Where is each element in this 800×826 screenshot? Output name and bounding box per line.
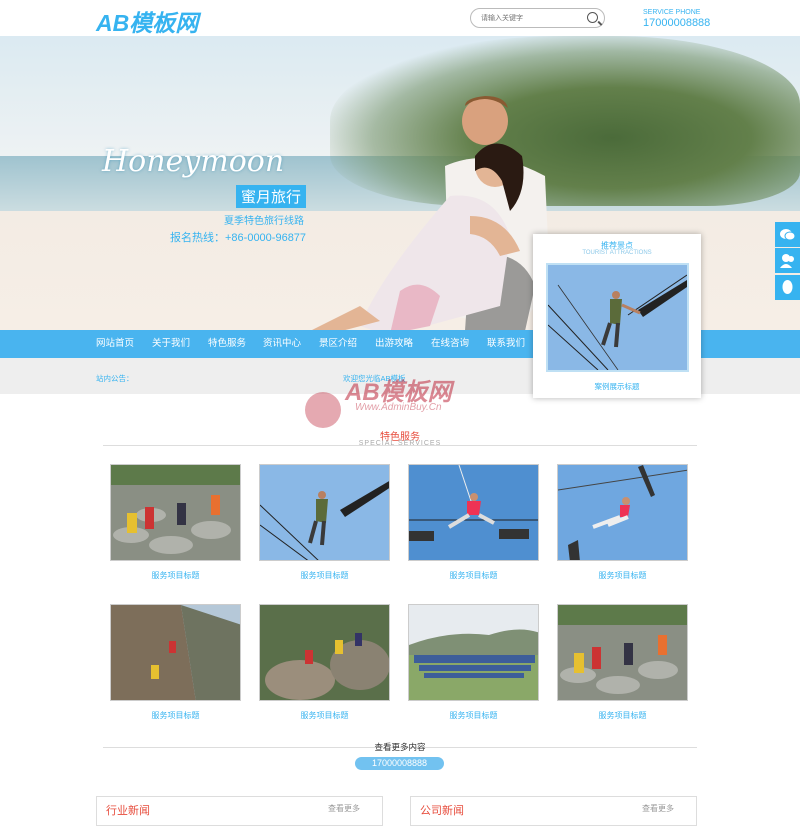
service-card[interactable]: 服务项目标题 [557,464,688,581]
nav-item-services[interactable]: 特色服务 [208,330,246,358]
service-phone-label: SERVICE PHONE [643,9,701,16]
service-image[interactable] [259,464,390,561]
service-card[interactable]: 服务项目标题 [408,604,539,721]
service-card[interactable]: 服务项目标题 [110,604,241,721]
service-image[interactable] [259,604,390,701]
service-image[interactable] [557,604,688,701]
service-image[interactable] [110,604,241,701]
banner-title: 蜜月旅行 [236,185,307,208]
banner-hotline: 报名热线：+86-0000-96877 [170,232,307,244]
service-phone-number: 17000008888 [643,17,711,29]
notice-label: 站内公告： [96,374,134,383]
service-caption[interactable]: 服务项目标题 [557,710,688,721]
service-card[interactable]: 服务项目标题 [557,604,688,721]
watermark-emblem [305,392,341,428]
nav-item-about[interactable]: 关于我们 [152,330,190,358]
banner-script-title: Honeymoon [102,144,285,179]
service-card[interactable]: 服务项目标题 [110,464,241,581]
service-caption[interactable]: 服务项目标题 [408,570,539,581]
section-subtitle: SPECIAL SERVICES [358,440,442,447]
service-card[interactable]: 服务项目标题 [259,464,390,581]
wechat-icon [780,229,796,241]
news-more-link[interactable]: 查看更多 [328,803,360,814]
popup-caption[interactable]: 案例展示标题 [533,381,701,392]
couple-image [312,96,550,330]
service-image[interactable] [408,464,539,561]
nav-item-consult[interactable]: 在线咨询 [431,330,469,358]
service-card[interactable]: 服务项目标题 [408,464,539,581]
popup-subtitle: TOURIST ATTRACTIONS [582,250,652,256]
news-title: 公司新闻 [420,805,464,817]
search-icon[interactable] [587,12,598,23]
site-logo[interactable]: AB模板网 [96,4,198,38]
search-input[interactable] [481,11,581,25]
user-icon [780,254,794,268]
recommend-popup[interactable]: 推荐景点 TOURIST ATTRACTIONS 案例展示标题 [533,234,701,398]
industry-news-box: 行业新闻 查看更多 [96,796,383,826]
service-caption[interactable]: 服务项目标题 [110,710,241,721]
nav-item-home[interactable]: 网站首页 [96,330,134,358]
service-image[interactable] [557,464,688,561]
service-caption[interactable]: 服务项目标题 [110,570,241,581]
nav-item-contact[interactable]: 联系我们 [487,330,525,358]
company-news-box: 公司新闻 查看更多 [410,796,697,826]
service-image[interactable] [408,604,539,701]
banner-subtitle: 夏季特色旅行线路 [224,216,304,227]
side-user-button[interactable] [775,248,800,273]
nav-item-guide[interactable]: 出游攻略 [375,330,413,358]
watermark-url: Www.AdminBuy.Cn [355,402,442,413]
search-box[interactable] [470,8,605,28]
news-title: 行业新闻 [106,805,150,817]
more-content-link[interactable]: 查看更多内容 [0,741,800,753]
service-image[interactable] [110,464,241,561]
side-qq-button[interactable] [775,275,800,300]
service-caption[interactable]: 服务项目标题 [408,710,539,721]
news-more-link[interactable]: 查看更多 [642,803,674,814]
side-wechat-button[interactable] [775,222,800,247]
qq-icon [782,280,793,294]
service-caption[interactable]: 服务项目标题 [557,570,688,581]
nav-item-news[interactable]: 资讯中心 [263,330,301,358]
nav-item-scenic[interactable]: 景区介绍 [319,330,357,358]
service-card[interactable]: 服务项目标题 [259,604,390,721]
popup-image[interactable] [546,263,689,372]
more-phone-button[interactable]: 17000008888 [355,757,444,770]
service-caption[interactable]: 服务项目标题 [259,570,390,581]
service-caption[interactable]: 服务项目标题 [259,710,390,721]
